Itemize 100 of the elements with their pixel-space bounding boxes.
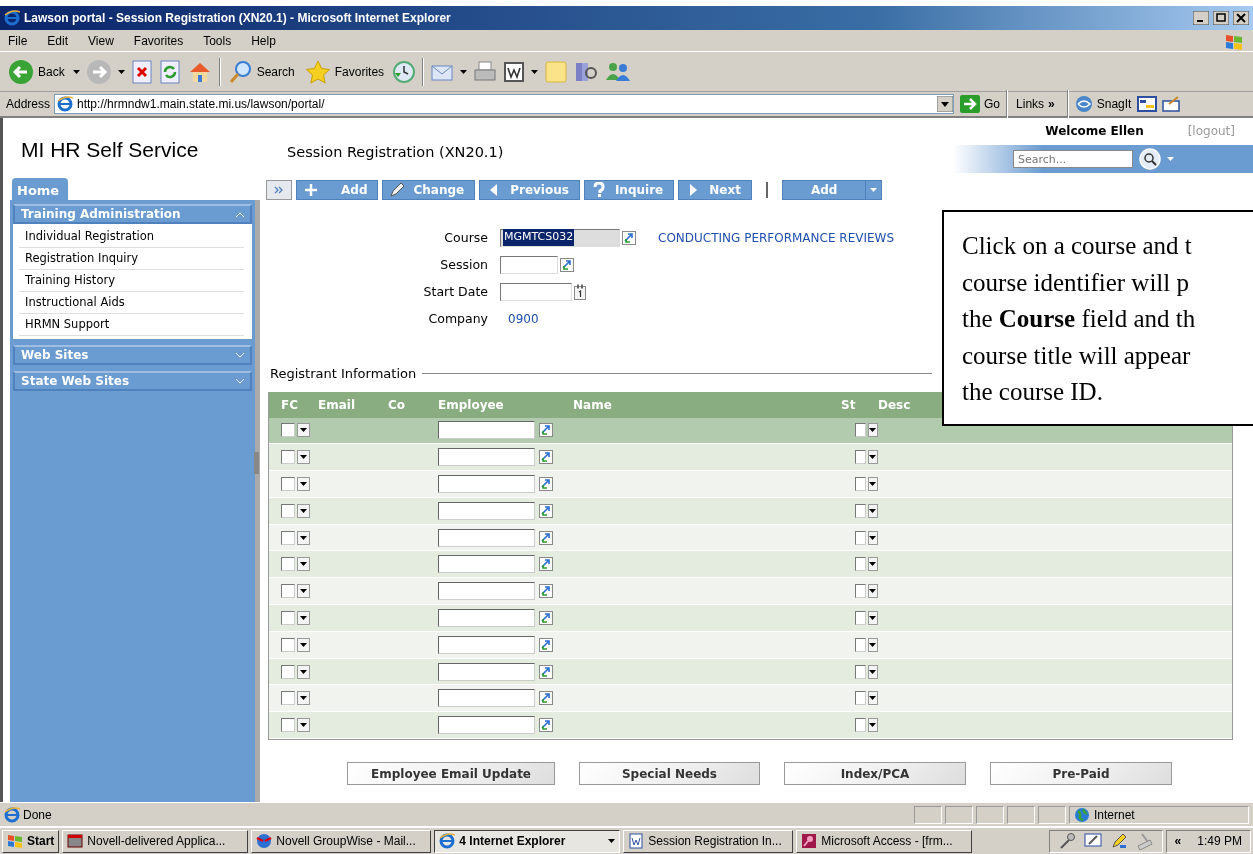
- lookup-icon[interactable]: [539, 664, 553, 679]
- dropdown-button[interactable]: [867, 557, 878, 572]
- lookup-icon[interactable]: [622, 230, 636, 245]
- splitter-handle[interactable]: [254, 452, 259, 474]
- action-button[interactable]: Pre-Paid: [990, 762, 1172, 786]
- taskbar-button[interactable]: Session Registration In...: [623, 829, 794, 853]
- caret-icon[interactable]: [72, 69, 80, 74]
- dropdown-arrow-icon[interactable]: [937, 96, 954, 112]
- input-field[interactable]: [500, 255, 558, 274]
- taskbar-button[interactable]: Novell GroupWise - Mail...: [251, 829, 432, 853]
- checkbox[interactable]: [855, 637, 866, 652]
- snagit-button[interactable]: SnagIt: [1072, 95, 1134, 113]
- checkbox[interactable]: [281, 664, 295, 679]
- caret-icon[interactable]: [531, 69, 539, 74]
- input-field[interactable]: [500, 282, 572, 301]
- checkbox[interactable]: [855, 557, 866, 572]
- menu-item[interactable]: Edit: [47, 31, 69, 50]
- dropdown-button[interactable]: [867, 664, 878, 679]
- lookup-icon[interactable]: [539, 637, 553, 652]
- stop-icon[interactable]: [130, 59, 153, 84]
- dropdown-button[interactable]: [867, 503, 878, 518]
- dropdown-button[interactable]: [297, 477, 310, 491]
- sidebar-item[interactable]: Training History: [19, 270, 244, 292]
- checkbox[interactable]: [281, 691, 295, 706]
- sidebar-item[interactable]: HRMN Support: [19, 314, 244, 336]
- dropdown-button[interactable]: [297, 450, 310, 465]
- lookup-icon[interactable]: [539, 610, 553, 625]
- checkbox[interactable]: [855, 584, 866, 599]
- dropdown-button[interactable]: [867, 691, 878, 706]
- checkbox[interactable]: [281, 610, 295, 625]
- checkbox[interactable]: [855, 530, 866, 545]
- lookup-icon[interactable]: [539, 557, 553, 572]
- close-icon[interactable]: [1233, 11, 1249, 25]
- dropdown-button[interactable]: [297, 664, 310, 679]
- checkbox[interactable]: [855, 477, 866, 491]
- lookup-icon[interactable]: [539, 691, 553, 706]
- lookup-icon[interactable]: [539, 477, 553, 491]
- menu-item[interactable]: File: [8, 31, 28, 50]
- back-button[interactable]: Back: [6, 58, 67, 85]
- checkbox[interactable]: [855, 610, 866, 625]
- checkbox[interactable]: [281, 718, 295, 733]
- course-title-link[interactable]: CONDUCTING PERFORMANCE REVIEWS: [658, 228, 895, 247]
- word-document-icon[interactable]: [503, 60, 526, 83]
- action-button[interactable]: Employee Email Update: [347, 762, 555, 786]
- checkbox[interactable]: [281, 637, 295, 652]
- checkbox[interactable]: [855, 664, 866, 679]
- caret-icon[interactable]: [460, 69, 468, 74]
- dropdown-button[interactable]: [867, 637, 878, 652]
- menu-item[interactable]: View: [88, 31, 114, 50]
- menu-item[interactable]: Tools: [203, 31, 232, 50]
- dropdown-button[interactable]: [867, 423, 878, 438]
- input-field[interactable]: [438, 475, 535, 493]
- calendar-icon[interactable]: [574, 283, 586, 300]
- dropdown-button[interactable]: [867, 450, 878, 465]
- search-field[interactable]: Search...: [1013, 150, 1133, 168]
- dropdown-button[interactable]: [297, 718, 310, 733]
- input-field[interactable]: [438, 555, 535, 574]
- refresh-icon[interactable]: [158, 59, 181, 84]
- input-field[interactable]: [438, 716, 535, 735]
- lookup-icon[interactable]: [539, 530, 553, 545]
- dropdown-button[interactable]: [867, 718, 878, 733]
- input-field[interactable]: [438, 635, 535, 654]
- history-icon[interactable]: [392, 59, 417, 84]
- taskbar-button[interactable]: Novell-delivered Applica...: [62, 829, 249, 853]
- taskbar-button[interactable]: 4 Internet Explorer: [434, 829, 621, 853]
- dropdown-button[interactable]: [297, 637, 310, 652]
- address-field[interactable]: http://hrmndw1.main.state.mi.us/lawson/portal/: [54, 94, 955, 114]
- checkbox[interactable]: [855, 450, 866, 465]
- input-field[interactable]: [438, 662, 535, 681]
- dropdown-button[interactable]: [867, 530, 878, 545]
- pen-icon[interactable]: [1109, 832, 1128, 850]
- checkbox[interactable]: [281, 450, 295, 465]
- dropdown-button[interactable]: [867, 610, 878, 625]
- dropdown-button[interactable]: [297, 423, 310, 438]
- checkbox[interactable]: [855, 423, 866, 438]
- checkbox[interactable]: [281, 503, 295, 518]
- links-label[interactable]: Links: [1016, 95, 1045, 113]
- dropdown-button[interactable]: [297, 691, 310, 706]
- go-button[interactable]: Go: [958, 95, 1003, 113]
- sidebar-item[interactable]: Instructional Aids: [19, 292, 244, 314]
- input-field[interactable]: [438, 689, 535, 708]
- checkbox[interactable]: [281, 477, 295, 491]
- input-field[interactable]: [438, 528, 535, 547]
- checkbox[interactable]: [281, 530, 295, 545]
- sidebar-item[interactable]: Registration Inquiry: [19, 248, 244, 270]
- lookup-icon[interactable]: [539, 584, 553, 599]
- start-button[interactable]: Start: [2, 829, 60, 853]
- input-field[interactable]: MGMTCS032: [500, 228, 620, 247]
- show-hidden-icons-button[interactable]: «: [1174, 832, 1182, 850]
- checkbox[interactable]: [855, 691, 866, 706]
- checkbox[interactable]: [855, 503, 866, 518]
- lookup-icon[interactable]: [539, 718, 553, 733]
- dropdown-button[interactable]: [297, 530, 310, 545]
- search-icon[interactable]: [1139, 148, 1161, 170]
- taskbar-button[interactable]: Microsoft Access - [frm...: [796, 829, 973, 853]
- input-field[interactable]: [438, 608, 535, 627]
- dropdown-button[interactable]: [297, 584, 310, 599]
- input-field[interactable]: [438, 501, 535, 520]
- input-field[interactable]: [438, 421, 535, 440]
- links-chevron[interactable]: »: [1048, 95, 1055, 113]
